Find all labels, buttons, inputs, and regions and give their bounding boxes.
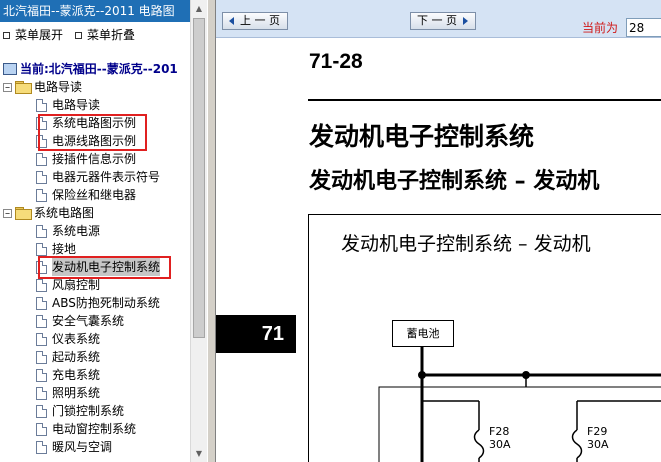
- folder-label: 系统电路图: [34, 206, 95, 220]
- header-rule: [308, 99, 661, 101]
- collapse-toggle-icon[interactable]: −: [3, 82, 12, 92]
- battery-box: 蓄电池: [392, 320, 454, 347]
- tree-item-label: 系统电源: [52, 224, 101, 238]
- folder-open-icon: [15, 207, 32, 220]
- tree-item[interactable]: 电路导读: [36, 96, 100, 114]
- wiring-diagram: 发动机电子控制系统 – 发动机 蓄电池 F28 30A F29 30A: [308, 214, 661, 462]
- menu-controls: 菜单展开 菜单折叠: [0, 26, 190, 44]
- highlight-box-selected-item: [38, 256, 171, 279]
- tree-item[interactable]: ABS防抱死制动系统: [36, 294, 160, 312]
- document-icon: [36, 386, 47, 400]
- tree-item-label: 仪表系统: [52, 332, 101, 346]
- expand-menu-label: 菜单展开: [15, 28, 64, 42]
- tree-root[interactable]: 当前:北汽福田--蒙派克--201: [3, 60, 178, 78]
- document-icon: [36, 242, 47, 256]
- tree-item[interactable]: 照明系统: [36, 384, 100, 402]
- tree-item-label: 门锁控制系统: [52, 404, 125, 418]
- fuse-rating: 30A: [587, 438, 609, 451]
- section-heading: 发动机电子控制系统: [309, 122, 535, 151]
- next-page-button[interactable]: 下 一 页: [410, 12, 476, 30]
- document-icon: [36, 368, 47, 382]
- tree-item[interactable]: 接插件信息示例: [36, 150, 136, 168]
- tree-item-label: 暖风与空调: [52, 440, 113, 454]
- tree-item-label: 充电系统: [52, 368, 101, 382]
- next-page-label: 下 一 页: [417, 14, 457, 27]
- previous-page-button[interactable]: 上 一 页: [222, 12, 288, 30]
- pane-splitter[interactable]: [207, 0, 216, 462]
- collapse-square-icon: [75, 31, 82, 39]
- fuse-name: F29: [587, 425, 608, 438]
- tree-folder-circuit-guide[interactable]: − 电路导读: [3, 78, 82, 96]
- document-icon: [36, 170, 47, 184]
- fuse-name: F28: [489, 425, 510, 438]
- tree-item[interactable]: 保险丝和继电器: [36, 186, 136, 204]
- expand-square-icon: [3, 31, 10, 39]
- current-page-input[interactable]: [626, 18, 661, 37]
- tree-item-label: 起动系统: [52, 350, 101, 364]
- manual-page: 71-28 发动机电子控制系统 发动机电子控制系统 – 发动机 71 发动机电子…: [216, 39, 661, 462]
- pane-title: 北汽福田--蒙派克--2011 电路图: [0, 0, 190, 22]
- document-icon: [36, 350, 47, 364]
- scrollbar-thumb[interactable]: [193, 18, 205, 338]
- collapse-menu-label: 菜单折叠: [87, 28, 136, 42]
- fuse-label: F29 30A: [587, 425, 609, 451]
- tree-item[interactable]: 电器元器件表示符号: [36, 168, 160, 186]
- tree-root-label: 当前:北汽福田--蒙派克--201: [20, 62, 178, 76]
- document-icon: [36, 440, 47, 454]
- previous-page-label: 上 一 页: [240, 14, 280, 27]
- fuse-label: F28 30A: [489, 425, 511, 451]
- document-icon: [36, 422, 47, 436]
- tree-scrollbar[interactable]: ▲ ▼: [190, 0, 207, 462]
- tree-item[interactable]: 仪表系统: [36, 330, 100, 348]
- tree-item-label: 电动窗控制系统: [52, 422, 137, 436]
- document-icon: [36, 404, 47, 418]
- computer-icon: [3, 63, 17, 75]
- document-icon: [36, 152, 47, 166]
- folder-label: 电路导读: [34, 80, 83, 94]
- arrow-left-icon: [229, 17, 234, 25]
- tree-item[interactable]: 充电系统: [36, 366, 100, 384]
- scroll-down-arrow-icon[interactable]: ▼: [191, 445, 207, 462]
- collapse-menu-button[interactable]: 菜单折叠: [75, 26, 135, 44]
- document-icon: [36, 314, 47, 328]
- current-page-label: 当前为: [582, 21, 619, 35]
- tree-item-label: 电器元器件表示符号: [52, 170, 161, 184]
- highlight-box-guide-examples: [38, 114, 147, 151]
- tree-item-label: 接插件信息示例: [52, 152, 137, 166]
- tree-item-label: 电路导读: [52, 98, 101, 112]
- tree-item[interactable]: 安全气囊系统: [36, 312, 124, 330]
- scroll-up-arrow-icon[interactable]: ▲: [191, 0, 207, 17]
- tree-item[interactable]: 门锁控制系统: [36, 402, 124, 420]
- document-icon: [36, 98, 47, 112]
- tree-item[interactable]: 系统电源: [36, 222, 100, 240]
- arrow-right-icon: [463, 17, 468, 25]
- document-icon: [36, 332, 47, 346]
- document-icon: [36, 278, 47, 292]
- document-icon: [36, 188, 47, 202]
- tree-folder-system-diagrams[interactable]: − 系统电路图: [3, 204, 94, 222]
- page-toolbar: 上 一 页 下 一 页 当前为: [216, 0, 661, 38]
- tree-item-label: ABS防抱死制动系统: [52, 296, 160, 310]
- fuse-rating: 30A: [489, 438, 511, 451]
- document-pane: 上 一 页 下 一 页 当前为 71-28 发动机电子控制系统 发动机电子控制系…: [216, 0, 661, 462]
- tree-item[interactable]: 暖风与空调: [36, 438, 112, 456]
- tree-item-label: 照明系统: [52, 386, 101, 400]
- document-icon: [36, 224, 47, 238]
- tree-item[interactable]: 电动窗控制系统: [36, 420, 136, 438]
- collapse-toggle-icon[interactable]: −: [3, 208, 12, 218]
- page-number: 71-28: [309, 50, 363, 73]
- document-icon: [36, 296, 47, 310]
- navigation-pane: 北汽福田--蒙派克--2011 电路图 菜单展开 菜单折叠 当前:北汽福田--蒙…: [0, 0, 207, 462]
- tree-item-label: 保险丝和继电器: [52, 188, 137, 202]
- tree-item[interactable]: 起动系统: [36, 348, 100, 366]
- expand-menu-button[interactable]: 菜单展开: [3, 26, 63, 44]
- tree-item-label: 安全气囊系统: [52, 314, 125, 328]
- folder-open-icon: [15, 81, 32, 94]
- section-subheading: 发动机电子控制系统 – 发动机: [309, 169, 600, 194]
- chapter-tab: 71: [216, 315, 296, 353]
